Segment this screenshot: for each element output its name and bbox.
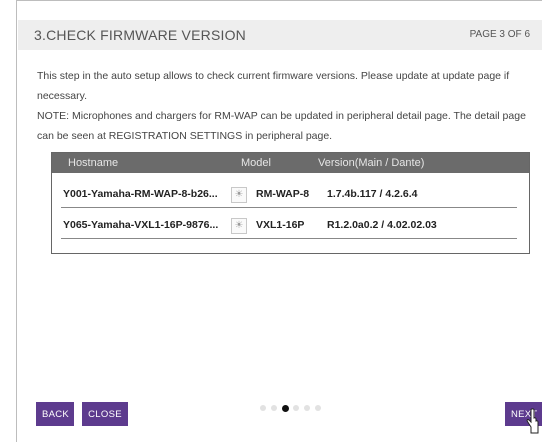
- pager-dot[interactable]: [260, 405, 266, 411]
- page-indicator: PAGE 3 OF 6: [469, 29, 530, 40]
- row-hostname: Y065-Yamaha-VXL1-16P-9876...: [63, 219, 219, 231]
- table-row[interactable]: Y065-Yamaha-VXL1-16P-9876... ☀ VXL1-16P …: [61, 214, 517, 239]
- row-hostname: Y001-Yamaha-RM-WAP-8-b26...: [63, 188, 218, 200]
- row-model: VXL1-16P: [256, 219, 305, 231]
- step-header: 3.CHECK FIRMWARE VERSION PAGE 3 OF 6: [18, 20, 542, 50]
- column-hostname: Hostname: [68, 157, 119, 169]
- table-row[interactable]: Y001-Yamaha-RM-WAP-8-b26... ☀ RM-WAP-8 1…: [61, 183, 517, 208]
- device-sun-icon: ☀: [231, 218, 247, 234]
- description-line-4: can be seen at REGISTRATION SETTINGS in …: [37, 130, 333, 142]
- firmware-table: Hostname Model Version(Main / Dante) Y00…: [51, 152, 530, 254]
- description-line-3: NOTE: Microphones and chargers for RM-WA…: [37, 110, 526, 122]
- step-title: 3.CHECK FIRMWARE VERSION: [34, 27, 246, 43]
- row-model: RM-WAP-8: [256, 188, 310, 200]
- pager-dot[interactable]: [271, 405, 277, 411]
- table-header: Hostname Model Version(Main / Dante): [52, 153, 529, 173]
- row-version: 1.7.4b.117 / 4.2.6.4: [327, 188, 418, 200]
- hand-cursor-icon: [526, 408, 539, 434]
- column-model: Model: [241, 157, 271, 169]
- close-button[interactable]: CLOSE: [82, 402, 128, 426]
- pager-dot[interactable]: [304, 405, 310, 411]
- pager-dot[interactable]: [293, 405, 299, 411]
- description-line-2: necessary.: [37, 90, 87, 102]
- step-description: This step in the auto setup allows to ch…: [37, 66, 537, 146]
- device-sun-icon: ☀: [231, 187, 247, 203]
- description-line-1: This step in the auto setup allows to ch…: [37, 70, 510, 82]
- column-version: Version(Main / Dante): [318, 157, 425, 169]
- back-button[interactable]: BACK: [36, 402, 74, 426]
- row-version: R1.2.0a0.2 / 4.02.02.03: [327, 219, 437, 231]
- pager-dot[interactable]: [315, 405, 321, 411]
- pager-dot-active[interactable]: [282, 404, 289, 412]
